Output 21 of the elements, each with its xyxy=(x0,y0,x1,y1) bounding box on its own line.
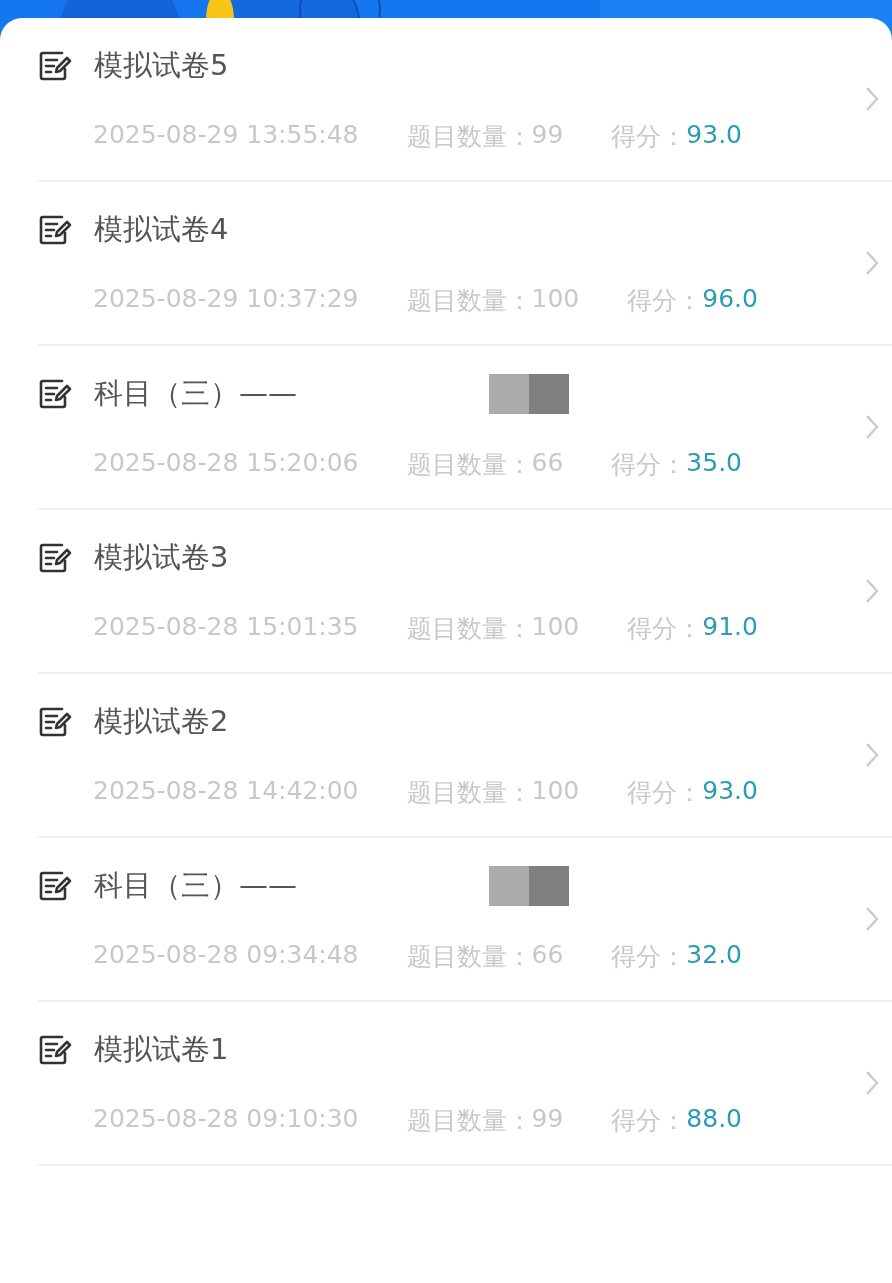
chevron-right-icon xyxy=(864,413,880,441)
score-value: 91.0 xyxy=(702,611,758,643)
score-value: 93.0 xyxy=(686,119,742,151)
chevron-right-icon xyxy=(864,577,880,605)
record-title: 科目（三）—— xyxy=(94,374,297,412)
score-value: 88.0 xyxy=(686,1103,742,1135)
chevron-right-icon xyxy=(864,905,880,933)
chevron-right-icon xyxy=(864,85,880,113)
chevron-right-icon xyxy=(864,741,880,769)
score-value: 35.0 xyxy=(686,447,742,479)
record-title: 模拟试卷2 xyxy=(94,702,229,740)
record-title: 模拟试卷3 xyxy=(94,538,229,576)
record-title: 模拟试卷4 xyxy=(94,210,229,248)
record-title: 模拟试卷5 xyxy=(94,46,229,84)
record-title: 科目（三）—— xyxy=(94,866,297,904)
chevron-right-icon xyxy=(864,1069,880,1097)
score-value: 93.0 xyxy=(702,775,758,807)
chevron-right-icon xyxy=(864,249,880,277)
score-value: 32.0 xyxy=(686,939,742,971)
record-title: 模拟试卷1 xyxy=(94,1030,229,1068)
score-value: 96.0 xyxy=(702,283,758,315)
